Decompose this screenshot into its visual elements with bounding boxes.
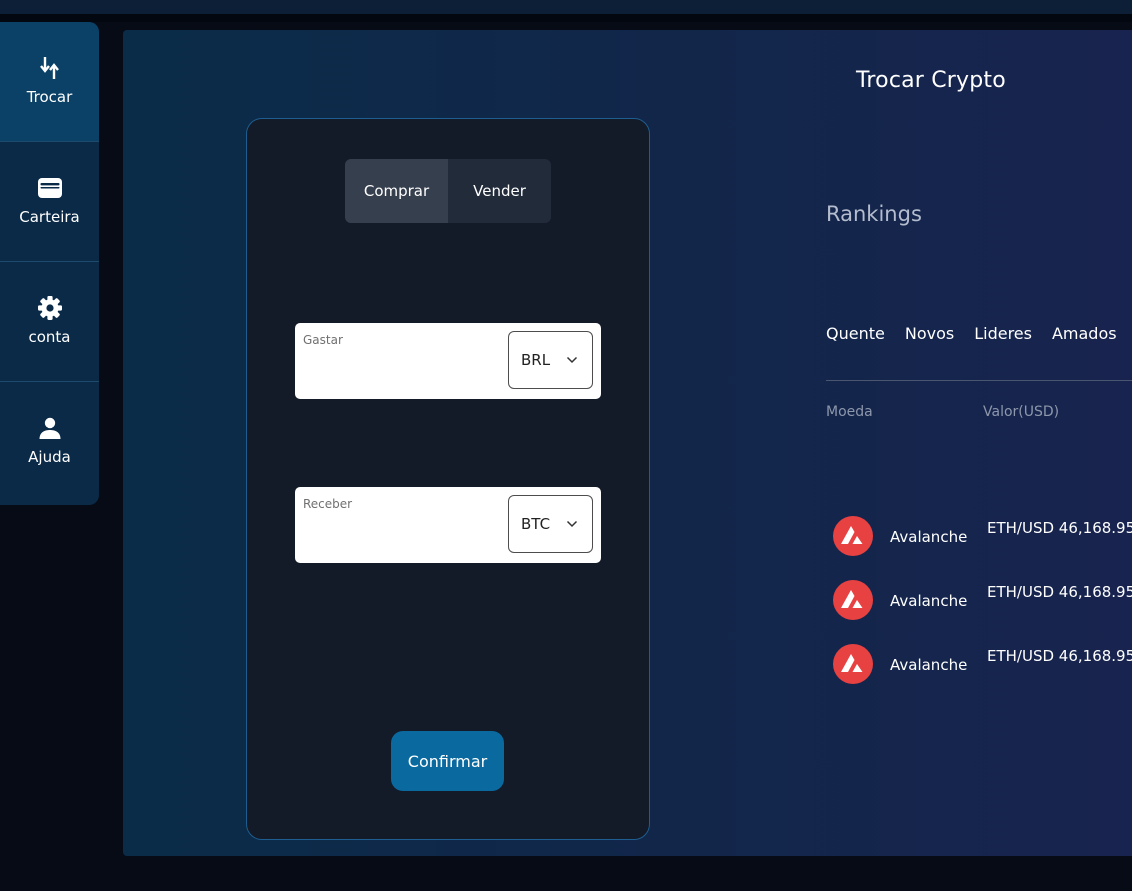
person-icon xyxy=(36,414,64,442)
column-header-valor: Valor(USD) xyxy=(983,404,1060,420)
tab-amados[interactable]: Amados xyxy=(1052,324,1117,343)
avalanche-icon xyxy=(833,580,873,620)
spend-field-label: Gastar xyxy=(303,333,343,347)
trade-card: Comprar Vender Gastar BRL Receber BTC Co… xyxy=(246,118,650,840)
sidebar-item-conta[interactable]: conta xyxy=(0,262,99,382)
receive-currency-value: BTC xyxy=(521,515,551,533)
coin-name: Avalanche xyxy=(890,656,968,674)
list-item[interactable]: Avalanche ETH/USD 46,168.95 xyxy=(833,644,1132,684)
page-title: Trocar Crypto xyxy=(856,68,1006,93)
coin-price: ETH/USD 46,168.95 xyxy=(987,583,1132,601)
list-item[interactable]: Avalanche ETH/USD 46,168.95 xyxy=(833,516,1132,556)
avalanche-icon xyxy=(833,516,873,556)
rankings-divider xyxy=(826,380,1132,381)
coin-price: ETH/USD 46,168.95 xyxy=(987,519,1132,537)
receive-field[interactable]: Receber BTC xyxy=(295,487,601,563)
tab-novos[interactable]: Novos xyxy=(905,324,954,343)
receive-currency-select[interactable]: BTC xyxy=(508,495,593,553)
sidebar-item-label: conta xyxy=(28,327,71,346)
tab-quente[interactable]: Quente xyxy=(826,324,885,343)
tab-lideres[interactable]: Lideres xyxy=(974,324,1032,343)
column-header-moeda: Moeda xyxy=(826,404,873,420)
coin-name: Avalanche xyxy=(890,592,968,610)
tab-vender[interactable]: Vender xyxy=(448,159,551,223)
sidebar-item-label: Trocar xyxy=(26,87,73,106)
wallet-icon xyxy=(36,174,64,202)
list-item[interactable]: Avalanche ETH/USD 46,168.95 xyxy=(833,580,1132,620)
sidebar: Trocar Carteira conta Ajuda xyxy=(0,22,99,505)
gear-icon xyxy=(36,294,64,322)
confirm-button[interactable]: Confirmar xyxy=(391,731,504,791)
tab-comprar[interactable]: Comprar xyxy=(345,159,448,223)
coin-name: Avalanche xyxy=(890,528,968,546)
buy-sell-toggle: Comprar Vender xyxy=(345,159,551,223)
avalanche-icon xyxy=(833,644,873,684)
sidebar-item-ajuda[interactable]: Ajuda xyxy=(0,382,99,502)
rankings-tabs: Quente Novos Lideres Amados xyxy=(826,324,1132,343)
top-bar xyxy=(0,0,1132,14)
swap-arrows-icon xyxy=(36,54,64,82)
coin-price: ETH/USD 46,168.95 xyxy=(987,647,1132,665)
spend-field[interactable]: Gastar BRL xyxy=(295,323,601,399)
receive-field-label: Receber xyxy=(303,497,353,511)
spend-currency-value: BRL xyxy=(521,351,551,369)
chevron-down-icon xyxy=(566,356,578,364)
rankings-title: Rankings xyxy=(826,202,922,226)
spend-currency-select[interactable]: BRL xyxy=(508,331,593,389)
sidebar-item-label: Ajuda xyxy=(28,448,71,466)
main-panel: Trocar Crypto Comprar Vender Gastar BRL … xyxy=(123,30,1132,856)
sidebar-item-trocar[interactable]: Trocar xyxy=(0,22,99,142)
sidebar-item-label: Carteira xyxy=(19,207,80,226)
chevron-down-icon xyxy=(566,520,578,528)
sidebar-item-carteira[interactable]: Carteira xyxy=(0,142,99,262)
